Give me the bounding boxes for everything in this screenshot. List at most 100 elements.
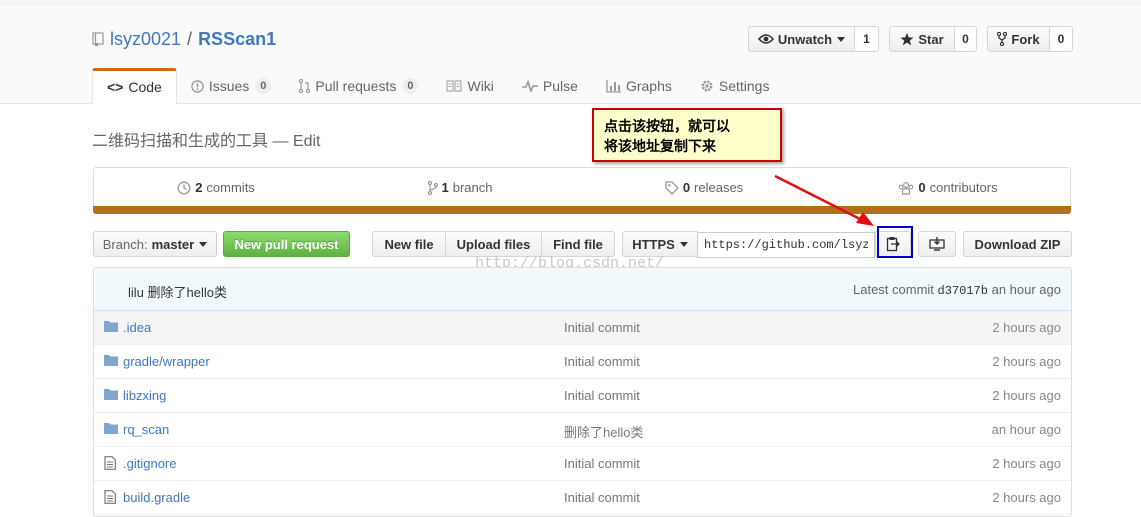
branch-name: master xyxy=(151,236,195,252)
repo-owner-link[interactable]: lsyz0021 xyxy=(110,28,181,50)
issue-icon xyxy=(191,79,204,93)
table-row[interactable]: .gitignore Initial commit 2 hours ago xyxy=(94,447,1071,481)
tab-issues[interactable]: Issues 0 xyxy=(177,68,286,104)
issues-count: 0 xyxy=(255,78,272,94)
annotation-arrow xyxy=(774,174,874,226)
latest-commit-message[interactable]: lilu 删除了hello类 xyxy=(128,282,227,301)
file-name-link[interactable]: .gitignore xyxy=(123,456,176,471)
file-name-link[interactable]: libzxing xyxy=(123,388,166,403)
repo-icon xyxy=(92,32,104,46)
open-in-desktop-button[interactable] xyxy=(918,231,956,257)
download-zip-button[interactable]: Download ZIP xyxy=(963,231,1072,257)
file-text-icon xyxy=(104,490,116,504)
language-bar[interactable] xyxy=(93,206,1071,214)
repo-name-link[interactable]: RSScan1 xyxy=(198,28,276,50)
star-icon xyxy=(900,32,914,45)
fork-button[interactable]: Fork xyxy=(987,26,1050,52)
folder-icon xyxy=(104,355,118,366)
graph-icon xyxy=(606,79,621,93)
annotation-callout: 点击该按钮，就可以 将该地址复制下来 xyxy=(592,108,782,162)
contributors-count: 0 xyxy=(918,180,926,195)
latest-commit-age: an hour ago xyxy=(991,282,1061,297)
code-icon: <> xyxy=(107,79,124,95)
pulse-icon xyxy=(521,80,538,92)
file-age: an hour ago xyxy=(991,422,1061,437)
star-button[interactable]: Star xyxy=(889,26,955,52)
desktop-download-icon xyxy=(929,237,945,251)
tab-settings[interactable]: Settings xyxy=(686,68,784,104)
organization-icon xyxy=(899,181,914,195)
watchers-count[interactable]: 1 xyxy=(855,26,879,52)
file-commit-message[interactable]: Initial commit xyxy=(564,354,640,369)
branch-label: branch xyxy=(452,180,493,195)
branch-summary[interactable]: 1 branch xyxy=(338,168,582,207)
upload-files-button[interactable]: Upload files xyxy=(445,231,542,257)
file-commit-message[interactable]: Initial commit xyxy=(564,490,640,505)
tab-wiki-label: Wiki xyxy=(467,78,494,94)
repo-title: lsyz0021 / RSScan1 xyxy=(92,28,276,50)
file-commit-message[interactable]: Initial commit xyxy=(564,320,640,335)
table-row[interactable]: gradle/wrapper Initial commit 2 hours ag… xyxy=(94,345,1071,379)
commit-sha-link[interactable]: d37017b xyxy=(938,284,988,298)
tab-settings-label: Settings xyxy=(718,78,770,94)
pull-requests-count: 0 xyxy=(402,78,419,94)
file-text-icon xyxy=(104,456,116,470)
table-row[interactable]: rq_scan 删除了hello类 an hour ago xyxy=(94,413,1071,447)
tab-graphs-label: Graphs xyxy=(625,78,672,94)
clone-protocol-button[interactable]: HTTPS xyxy=(622,231,698,257)
commits-label: commits xyxy=(206,180,255,195)
file-name-link[interactable]: build.gradle xyxy=(123,490,190,505)
file-name-link[interactable]: gradle/wrapper xyxy=(123,354,210,369)
tab-wiki[interactable]: Wiki xyxy=(432,68,507,104)
commit-message[interactable]: 删除了hello类 xyxy=(148,285,227,300)
tab-code[interactable]: <> Code xyxy=(92,68,177,104)
description-text: 二维码扫描和生成的工具 xyxy=(92,133,269,150)
caret-down-icon xyxy=(199,241,208,247)
tab-pull-requests-label: Pull requests xyxy=(315,78,397,94)
commits-summary[interactable]: 2 commits xyxy=(94,168,338,207)
tab-graphs[interactable]: Graphs xyxy=(592,68,686,104)
table-row[interactable]: libzxing Initial commit 2 hours ago xyxy=(94,379,1071,413)
annotation-highlight-box xyxy=(877,226,913,258)
branch-icon xyxy=(427,180,438,195)
clone-url-input[interactable] xyxy=(697,232,875,258)
pull-request-icon xyxy=(299,79,311,93)
releases-count: 0 xyxy=(682,180,691,195)
unwatch-button[interactable]: Unwatch xyxy=(748,26,855,52)
forks-count[interactable]: 0 xyxy=(1050,26,1073,52)
table-row[interactable]: .idea Initial commit 2 hours ago xyxy=(94,311,1071,345)
file-commit-message[interactable]: Initial commit xyxy=(564,388,640,403)
repo-description: 二维码扫描和生成的工具 — Edit xyxy=(92,127,320,151)
new-file-button[interactable]: New file xyxy=(372,231,446,257)
folder-icon xyxy=(104,321,118,332)
branch-prefix: Branch: xyxy=(102,236,148,252)
releases-label: releases xyxy=(694,180,744,195)
branch-select-button[interactable]: Branch: master xyxy=(93,231,217,257)
commit-author[interactable]: lilu xyxy=(128,285,144,300)
file-age: 2 hours ago xyxy=(992,354,1061,369)
stargazers-count[interactable]: 0 xyxy=(955,26,977,52)
repo-nav-tabs: <> Code Issues 0 Pull requests 0 Wiki Pu… xyxy=(92,68,783,104)
file-age: 2 hours ago xyxy=(992,388,1061,403)
gear-icon xyxy=(701,80,713,92)
history-icon xyxy=(177,181,191,194)
annotation-line-2: 将该地址复制下来 xyxy=(604,138,716,154)
file-commit-message[interactable]: Initial commit xyxy=(564,456,640,471)
tab-pulse-label: Pulse xyxy=(542,78,578,94)
latest-commit-bar: lilu 删除了hello类 Latest commit d37017b an … xyxy=(94,268,1071,311)
tab-pull-requests[interactable]: Pull requests 0 xyxy=(285,68,432,104)
protocol-label: HTTPS xyxy=(632,236,675,252)
tab-pulse[interactable]: Pulse xyxy=(508,68,592,104)
repo-separator: / xyxy=(187,29,193,49)
description-edit-link[interactable]: — Edit xyxy=(272,133,320,150)
file-name-link[interactable]: .idea xyxy=(123,320,151,335)
file-name-link[interactable]: rq_scan xyxy=(123,422,169,437)
file-commit-message[interactable]: 删除了hello类 xyxy=(564,422,643,441)
table-row[interactable]: build.gradle Initial commit 2 hours ago xyxy=(94,481,1071,515)
find-file-button[interactable]: Find file xyxy=(541,231,615,257)
unwatch-label: Unwatch xyxy=(777,31,833,47)
new-pull-request-button[interactable]: New pull request xyxy=(223,231,350,257)
file-age: 2 hours ago xyxy=(992,456,1061,471)
tab-issues-label: Issues xyxy=(208,78,250,94)
file-age: 2 hours ago xyxy=(992,490,1061,505)
